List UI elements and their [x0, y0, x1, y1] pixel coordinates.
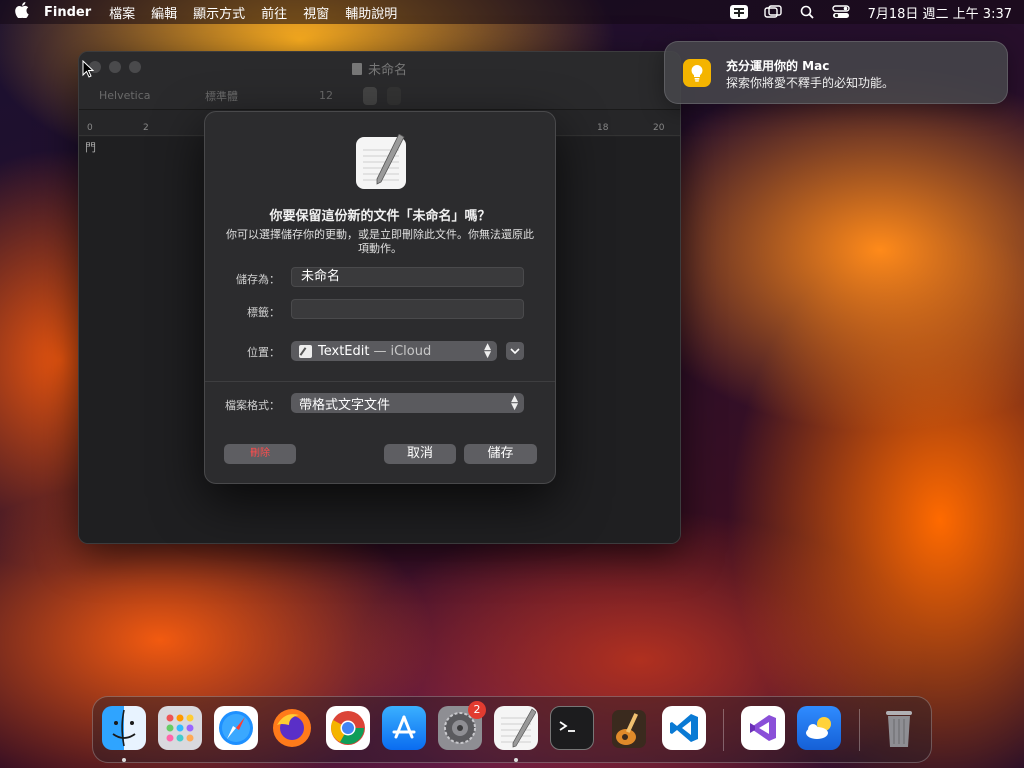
format-toolbar: Helvetica 標準體 12	[79, 82, 680, 110]
vscode-icon[interactable]	[662, 706, 706, 750]
font-style-popup[interactable]: 標準體	[199, 87, 303, 105]
terminal-icon[interactable]	[550, 706, 594, 750]
menu-window[interactable]: 視窗	[303, 3, 329, 22]
window-title: 未命名	[79, 59, 680, 78]
file-format-popup[interactable]: 帶格式文字文件 ▲ ▼	[291, 393, 524, 413]
save-dialog: 你要保留這份新的文件「未命名」嗎？ 你可以選擇儲存你的更動，或是立即刪除此文件。…	[204, 111, 556, 484]
dialog-message: 你可以選擇儲存你的更動，或是立即刪除此文件。你無法還原此項動作。	[226, 228, 534, 255]
ruler-tick: 20	[653, 123, 665, 133]
input-method-icon[interactable]	[722, 0, 756, 24]
ruler-tick: 0	[87, 123, 93, 133]
document-text: 門	[85, 141, 96, 154]
menu-bar: Finder 檔案 編輯 顯示方式 前往 視窗 輔助說明 7月18日 週二 上午…	[0, 0, 1024, 24]
expand-browser-button[interactable]	[506, 342, 524, 360]
garageband-icon[interactable]	[606, 706, 650, 750]
launchpad-icon[interactable]	[158, 706, 202, 750]
document-icon	[351, 63, 362, 75]
active-app-name[interactable]: Finder	[44, 5, 91, 20]
spacing-popup[interactable]	[571, 87, 611, 105]
ruler-tick: 18	[597, 123, 609, 133]
dock-separator	[859, 709, 860, 751]
save-button[interactable]: 儲存	[464, 444, 537, 464]
location-label: 位置：	[247, 346, 280, 359]
font-family-popup[interactable]: Helvetica	[93, 87, 189, 105]
tags-label: 標籤：	[247, 306, 280, 319]
spotlight-icon[interactable]	[790, 0, 824, 24]
running-indicator	[514, 758, 518, 762]
text-color-well[interactable]	[363, 86, 377, 105]
control-center-icon[interactable]	[824, 0, 858, 24]
tags-field[interactable]	[291, 299, 524, 319]
notification-body: 探索你將愛不釋手的必知功能。	[726, 76, 895, 90]
app-store-icon[interactable]	[382, 706, 426, 750]
save-as-label: 儲存為：	[236, 273, 280, 286]
menu-go[interactable]: 前往	[261, 3, 287, 22]
menu-help[interactable]: 輔助說明	[345, 3, 397, 22]
lightbulb-icon	[683, 59, 711, 87]
dock: 2	[92, 696, 932, 763]
file-format-label: 檔案格式：	[225, 399, 280, 412]
popup-arrows-icon: ▲ ▼	[511, 394, 518, 412]
window-titlebar: 未命名	[79, 52, 680, 82]
finder-icon[interactable]	[102, 706, 146, 750]
chevron-down-icon	[510, 347, 520, 354]
background-color-well[interactable]	[387, 86, 401, 105]
weather-icon[interactable]	[797, 706, 841, 750]
system-settings-icon[interactable]: 2	[438, 701, 486, 750]
window-title-text: 未命名	[367, 63, 407, 78]
dock-separator	[723, 709, 724, 751]
notification-title: 充分運用你的 Mac	[726, 59, 830, 73]
bold-italic-underline-buttons[interactable]	[411, 87, 471, 105]
safari-icon[interactable]	[214, 706, 258, 750]
alignment-buttons[interactable]	[481, 87, 561, 105]
menu-view[interactable]: 顯示方式	[193, 3, 245, 22]
textedit-folder-icon	[299, 344, 312, 358]
popup-arrows-icon: ▲ ▼	[484, 342, 491, 360]
mouse-pointer-icon	[82, 59, 95, 82]
ruler-tick: 2	[143, 123, 149, 133]
dialog-title: 你要保留這份新的文件「未命名」嗎？	[269, 209, 491, 224]
menubar-clock[interactable]: 7月18日 週二 上午 3:37	[868, 3, 1012, 22]
visual-studio-icon[interactable]	[741, 706, 785, 750]
file-format-value: 帶格式文字文件	[299, 397, 391, 413]
apple-menu-icon[interactable]	[0, 2, 44, 22]
notification-badge: 2	[468, 701, 486, 719]
screen-mirroring-icon[interactable]	[756, 0, 790, 24]
textedit-app-icon	[355, 133, 407, 190]
firefox-icon[interactable]	[270, 706, 314, 750]
location-service: iCloud	[390, 343, 432, 359]
menu-edit[interactable]: 編輯	[151, 3, 177, 22]
list-popup[interactable]	[621, 87, 661, 105]
delete-button[interactable]: 刪除	[224, 444, 296, 464]
location-separator: —	[373, 343, 387, 359]
menu-file[interactable]: 檔案	[109, 3, 135, 22]
font-size-popup[interactable]: 12	[313, 87, 353, 105]
location-app: TextEdit	[318, 343, 370, 359]
trash-icon[interactable]	[877, 706, 921, 750]
location-popup[interactable]: TextEdit — iCloud ▲ ▼	[291, 341, 497, 361]
textedit-icon[interactable]	[494, 706, 538, 750]
running-indicator	[122, 758, 126, 762]
tips-notification[interactable]: 充分運用你的 Mac 探索你將愛不釋手的必知功能。	[664, 41, 1008, 104]
chrome-icon[interactable]	[326, 706, 370, 750]
dialog-divider	[205, 381, 555, 382]
cancel-button[interactable]: 取消	[384, 444, 456, 464]
save-as-field[interactable]: 未命名	[291, 267, 524, 287]
